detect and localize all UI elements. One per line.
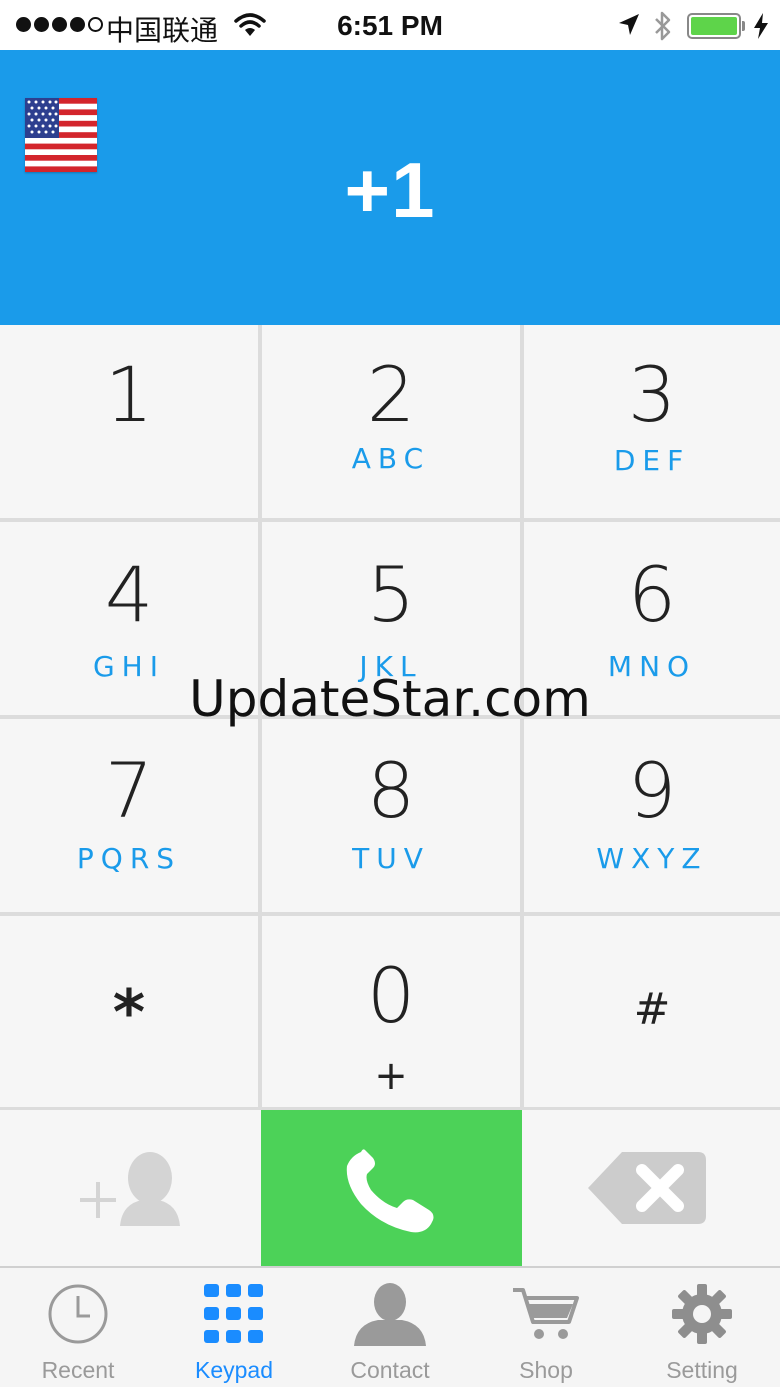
key-letters: DEF [613,444,691,477]
add-contact-button[interactable] [0,1110,260,1266]
tab-recent[interactable]: Recent [0,1268,156,1387]
tab-label: Recent [41,1357,115,1383]
tab-label: Contact [350,1357,430,1383]
dial-header: +1 [0,50,780,325]
call-button[interactable] [261,1110,522,1266]
person-icon [354,1283,426,1346]
key-plus-label: + [374,1053,408,1099]
phone-icon [346,1149,434,1233]
key-hash[interactable]: # [524,916,780,1107]
key-7[interactable]: 7 PQRS [0,719,258,912]
key-letters: JKL [359,650,423,683]
tab-label: Shop [519,1357,573,1383]
action-row [0,1110,780,1266]
key-2[interactable]: 2 ABC [262,325,520,518]
key-digit: 2 [366,350,416,439]
charging-bolt-icon [754,13,768,39]
key-digit: # [633,984,671,1035]
key-letters: GHI [92,650,165,683]
key-letters: WXYZ [596,842,708,875]
tab-keypad[interactable]: Keypad [156,1268,312,1387]
tab-label: Keypad [194,1357,273,1383]
location-arrow-icon [619,14,639,35]
key-digit: 9 [627,746,677,835]
tab-contact[interactable]: Contact [312,1268,468,1387]
key-digit: 7 [104,746,154,835]
tab-shop[interactable]: Shop [468,1268,624,1387]
key-5[interactable]: 5 JKL [262,522,520,715]
bluetooth-icon [655,11,671,41]
key-digit: 4 [104,550,154,639]
add-contact-icon [80,1152,180,1226]
key-6[interactable]: 6 MNO [524,522,780,715]
clock-icon [48,1284,108,1344]
gear-icon [672,1284,732,1344]
cart-icon [513,1288,579,1339]
key-0[interactable]: 0 + [262,916,520,1107]
tab-bar: Recent Keypad Contact Shop Setting [0,1266,780,1387]
key-digit: 0 [366,951,416,1040]
key-digit: 5 [366,550,416,639]
key-digit: 8 [366,746,416,835]
key-3[interactable]: 3 DEF [524,325,780,518]
tab-label: Setting [666,1357,738,1383]
key-4[interactable]: 4 GHI [0,522,258,715]
backspace-button[interactable] [522,1110,780,1266]
key-1[interactable]: 1 [0,325,258,518]
dial-number-display[interactable]: +1 [0,145,780,236]
key-digit: 1 [104,350,154,439]
key-star[interactable]: * [0,916,258,1107]
keypad-grid-icon [204,1284,263,1343]
key-letters: ABC [351,442,431,475]
status-bar: 中国联通 6:51 PM [0,0,780,50]
key-letters: MNO [607,650,697,683]
key-letters: PQRS [76,842,182,875]
key-digit: 3 [627,350,677,439]
battery-icon [687,13,741,39]
tab-setting[interactable]: Setting [624,1268,780,1387]
key-8[interactable]: 8 TUV [262,719,520,912]
key-digit: * [112,976,146,1049]
dial-keypad: 1 2 ABC 3 DEF 4 GHI 5 JKL 6 MNO 7 PQRS 8… [0,325,780,1110]
backspace-icon [588,1152,706,1224]
key-letters: TUV [352,842,430,875]
key-9[interactable]: 9 WXYZ [524,719,780,912]
key-digit: 6 [627,550,677,639]
